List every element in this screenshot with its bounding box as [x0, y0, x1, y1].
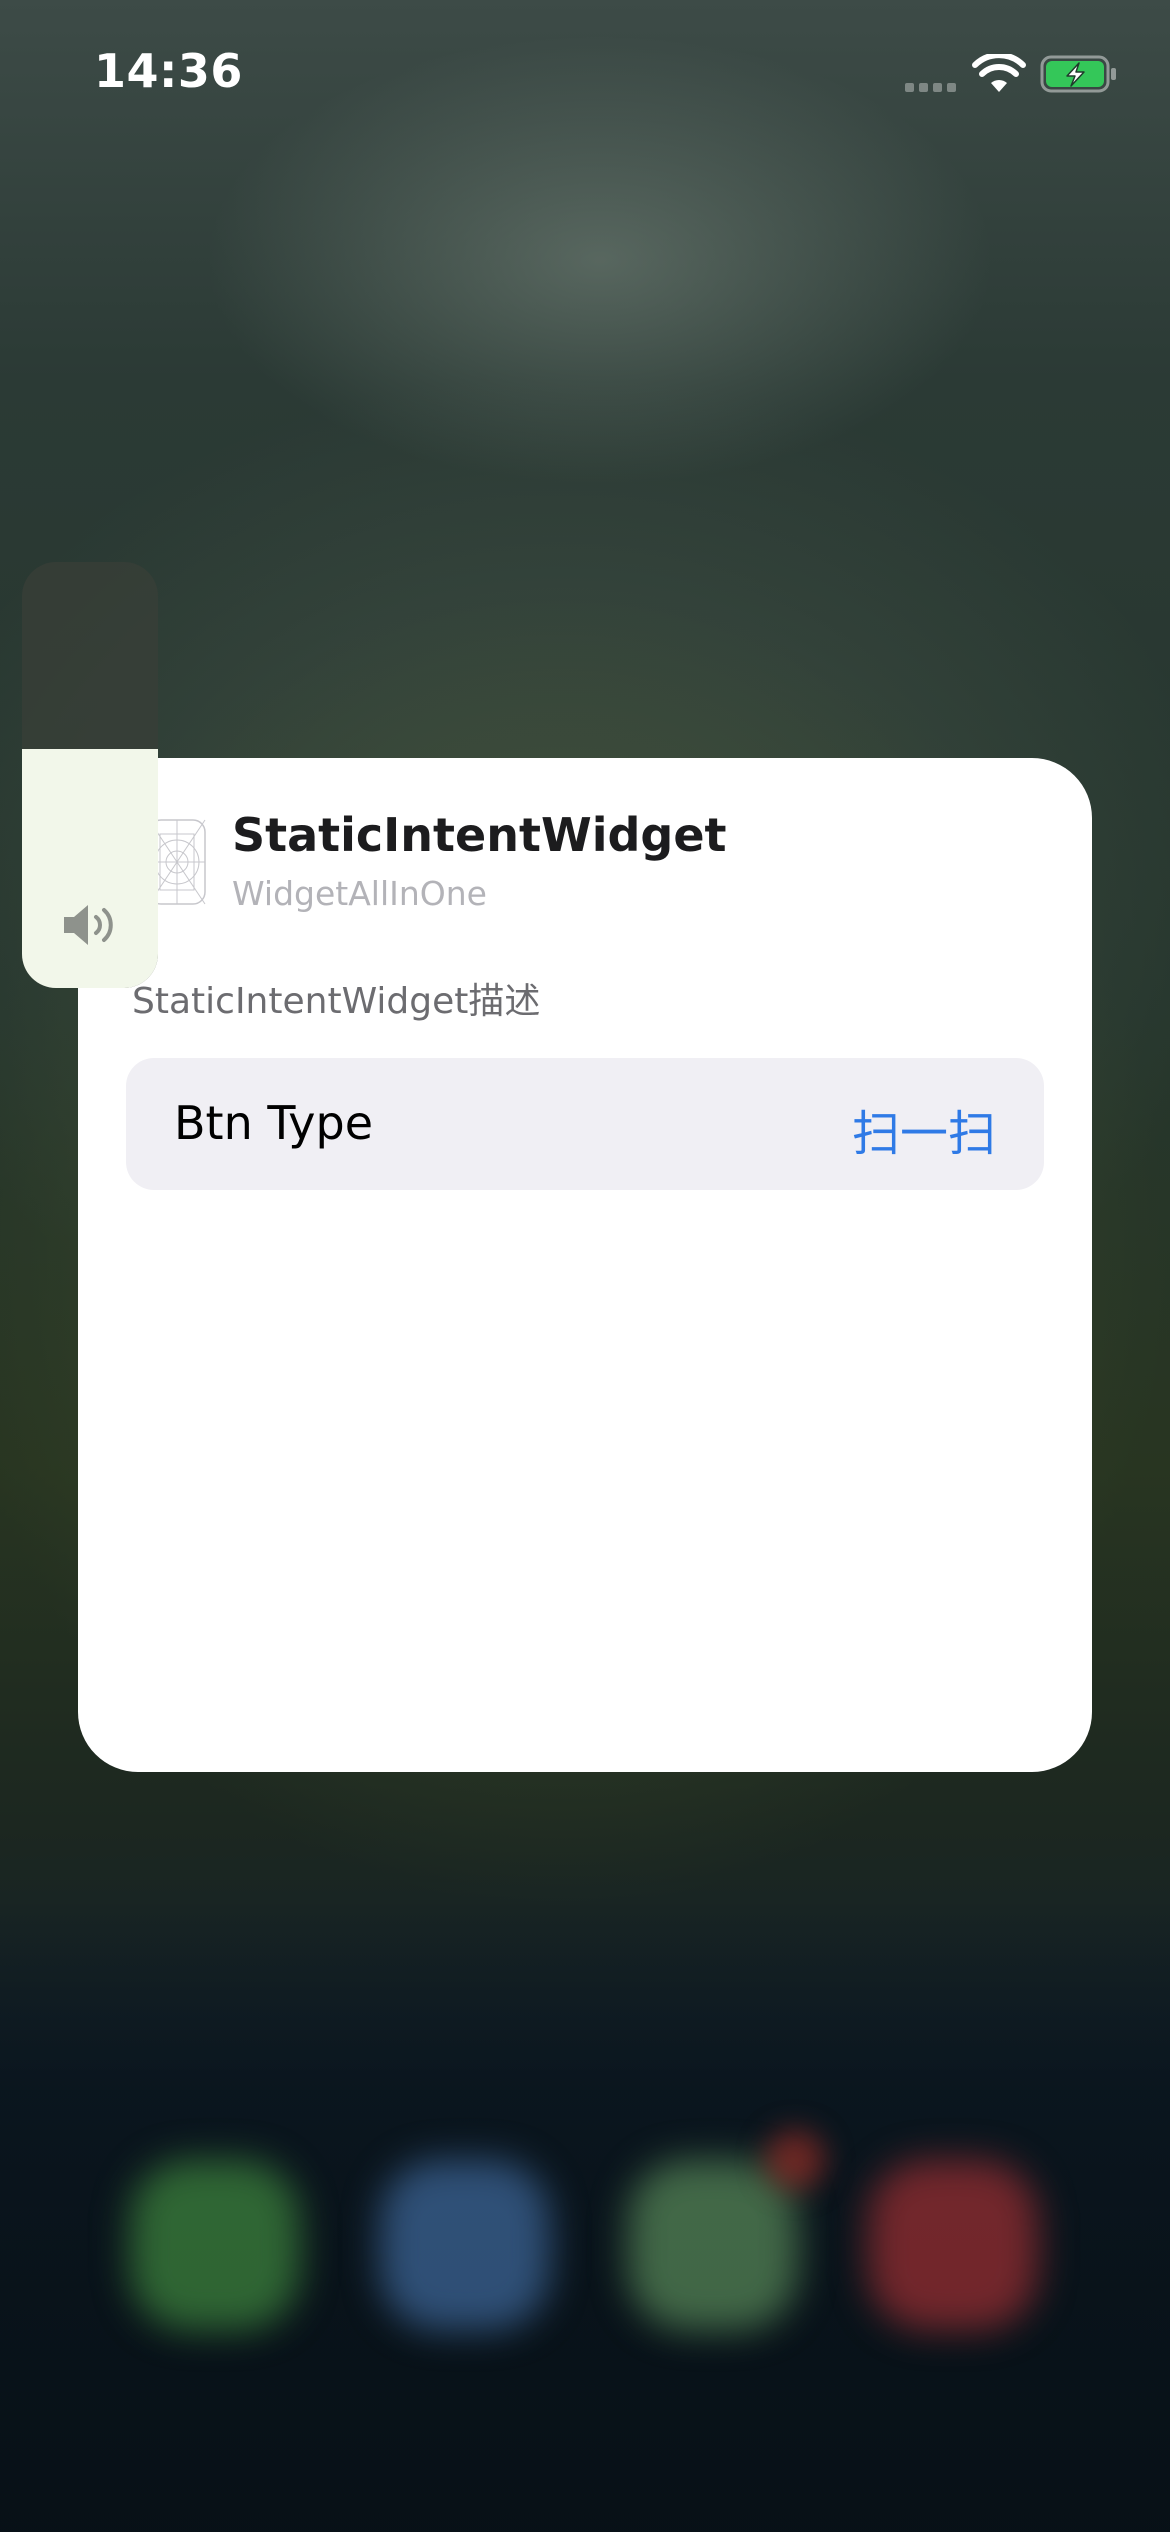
blurred-dock-app-icon — [130, 2160, 300, 2330]
screen: 14:36 StaticIntentWidget WidgetAllInOne … — [0, 0, 1170, 2532]
widget-configuration-card: StaticIntentWidget WidgetAllInOne Static… — [78, 758, 1092, 1772]
speaker-icon — [64, 905, 113, 945]
parameter-label: Btn Type — [174, 1096, 374, 1150]
status-time: 14:36 — [94, 44, 243, 98]
cellular-signal-icon — [905, 80, 961, 92]
blurred-notification-badge — [765, 2130, 825, 2190]
status-bar: 14:36 — [0, 0, 1170, 140]
wifi-icon — [972, 54, 1026, 92]
volume-level-fill — [22, 749, 158, 988]
blurred-dock-app-icon — [868, 2160, 1038, 2330]
blurred-dock-app-icon — [628, 2160, 798, 2330]
battery-charging-icon — [1040, 55, 1116, 93]
blurred-dock-app-icon — [380, 2160, 550, 2330]
app-name: WidgetAllInOne — [232, 874, 487, 913]
parameter-value[interactable]: 扫一扫 — [852, 1094, 996, 1164]
volume-slider[interactable] — [22, 562, 158, 988]
widget-description: StaticIntentWidget描述 — [132, 981, 541, 1022]
widget-title: StaticIntentWidget — [232, 808, 727, 862]
btn-type-parameter-row[interactable]: Btn Type 扫一扫 — [126, 1058, 1044, 1190]
